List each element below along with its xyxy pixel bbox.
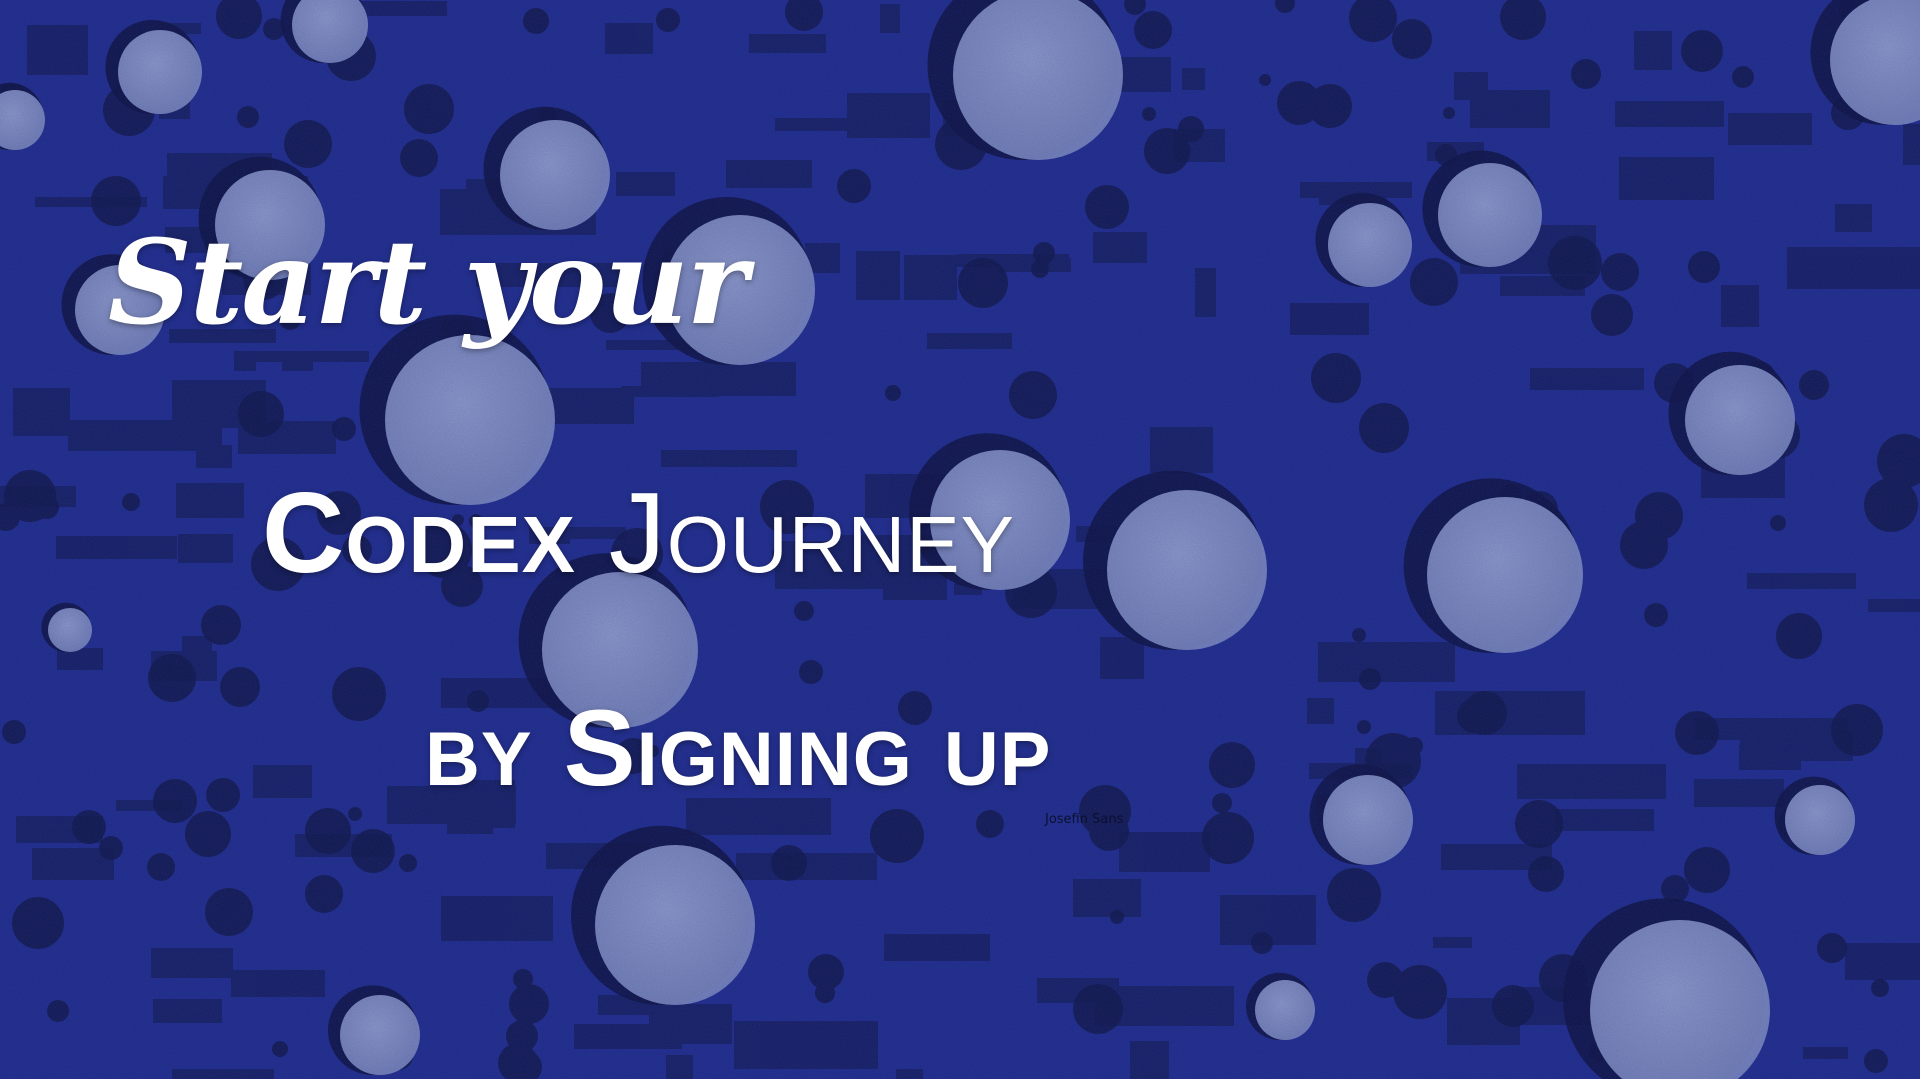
headline-line-3: by Signing up [425, 687, 1052, 808]
headline-line-1: Start your [108, 215, 748, 351]
headline-word-journey: Journey [608, 470, 1015, 597]
poster: Start your Codex Journey by Signing up J… [0, 0, 1920, 1079]
headline-line-2: Codex Journey [262, 468, 1015, 599]
font-caption: Josefin Sans [1045, 812, 1124, 827]
headline-word-codex: Codex [262, 470, 577, 597]
